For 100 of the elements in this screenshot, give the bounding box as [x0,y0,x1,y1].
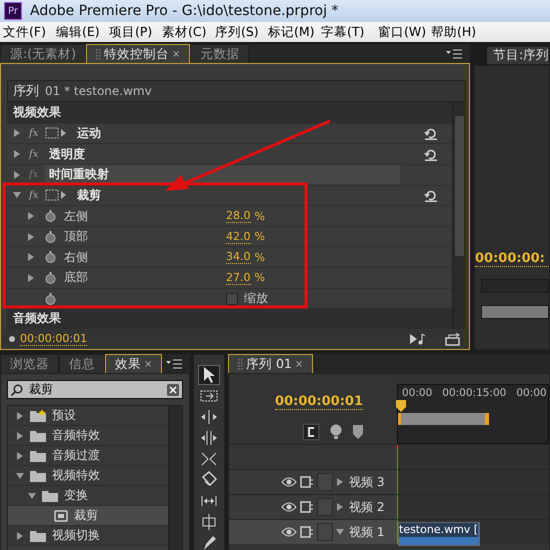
window-title: Adobe Premiere Pro - G:\ido\testone.prproj * [30,3,338,19]
panel-tab[interactable]: 效果 × [105,354,162,373]
stopwatch-icon[interactable] [45,292,56,305]
expand-triangle-icon[interactable] [336,503,344,511]
menu-item[interactable]: 序列(S) [215,24,268,40]
playhead-icon[interactable] [396,400,406,412]
clear-icon[interactable] [167,384,179,396]
menu-item[interactable]: 文件(F) [3,24,56,40]
menu-item[interactable]: 编辑(E) [56,24,109,40]
parameter-label: 底部 [64,269,89,286]
menu-item[interactable]: 标记(M) [268,24,321,40]
expand-triangle-icon[interactable] [27,232,35,241]
timecode: 00:00:00:01 [275,394,363,410]
panel-menu-icon[interactable] [166,358,182,368]
effect-name: 时间重映射 [45,165,400,184]
search-field[interactable]: 裁剪 [7,380,183,399]
stopwatch-icon[interactable] [45,230,56,243]
tool-button[interactable] [198,365,220,385]
timecode: 00:00:00: [475,251,549,267]
eye-icon[interactable] [281,476,297,488]
menu-item[interactable]: 素材(C) [162,24,215,40]
reset-icon[interactable] [424,148,438,161]
folder-icon [42,489,58,502]
razor-tool-icon [200,471,218,489]
menu-item[interactable]: 窗口(W) [378,24,431,40]
effect-tree-item[interactable]: 视频特效 [8,466,168,486]
ruler-label: 00:00 [516,387,547,399]
parameter-label: 右侧 [64,248,89,266]
expand-triangle-icon[interactable] [336,478,344,486]
film-icon[interactable] [300,501,314,513]
track-label: 视频 1 [349,524,384,540]
parameter-value[interactable]: 28.0 [226,209,250,223]
lock-toggle[interactable] [317,498,333,516]
collapse-triangle-icon[interactable] [336,528,344,536]
checkbox[interactable] [226,292,238,305]
audio-play-icon[interactable] [410,333,426,345]
parameter-value[interactable]: 27.0 [226,270,250,285]
fx-toggle[interactable]: fx [29,128,45,139]
expand-triangle-icon[interactable] [27,253,35,262]
export-icon[interactable] [445,332,461,346]
panel-tab[interactable]: 浏览器 [0,354,59,373]
unit-label: % [254,230,265,244]
effect-tree-item[interactable]: 预设 [8,406,168,426]
lock-toggle[interactable] [317,473,333,491]
effect-name: 运动 [76,124,102,142]
expand-triangle-icon[interactable] [13,129,21,138]
stopwatch-icon[interactable] [45,210,56,222]
expand-triangle-icon[interactable] [16,432,24,440]
close-icon[interactable]: × [172,48,180,60]
close-icon[interactable]: × [144,358,152,370]
expand-triangle-icon[interactable] [13,170,21,179]
scrollbar[interactable] [168,406,182,550]
effect-tree-item[interactable]: 音频过渡 [8,446,168,466]
snap-icon[interactable] [303,424,319,440]
effect-tree-item[interactable]: 视频切换 [8,526,168,546]
film-icon[interactable] [300,526,314,538]
collapse-triangle-icon[interactable] [28,492,36,500]
expand-triangle-icon[interactable] [16,452,24,460]
collapse-triangle-icon[interactable] [16,472,24,480]
unit-label: % [254,210,265,222]
effect-row[interactable]: fx 运动 [7,122,452,144]
collapse-triangle-icon[interactable] [13,191,21,200]
expand-triangle-icon[interactable] [16,532,24,540]
reset-icon[interactable] [424,188,438,202]
expand-triangle-icon[interactable] [27,212,35,220]
fx-toggle[interactable]: fx [29,148,45,160]
effect-tree-item[interactable]: 裁剪 [8,506,168,526]
sequence-label: 序列 [13,83,39,100]
close-icon[interactable]: × [294,358,304,370]
expand-triangle-icon[interactable] [13,150,21,158]
panel-tab[interactable]: 序列 01 × [228,354,314,373]
menu-item[interactable]: 字幕(T) [321,24,378,40]
fx-toggle[interactable]: fx [29,190,45,201]
parameter-value[interactable]: 34.0 [226,250,250,264]
scrollbar[interactable] [452,102,466,329]
stopwatch-icon[interactable] [45,251,56,264]
bulb-icon[interactable] [329,424,343,440]
menu-item[interactable]: 项目(P) [109,24,162,40]
expand-triangle-icon[interactable] [27,274,35,282]
parameter-value[interactable]: 42.0 [226,230,250,244]
panel-menu-icon[interactable] [446,48,462,58]
effect-tree-item[interactable]: 音频特效 [8,426,168,446]
reset-icon[interactable] [424,126,438,140]
panel-tab[interactable]: 元数据 [190,44,250,63]
effect-tree-item[interactable]: 变换 [8,486,168,506]
expand-triangle-icon[interactable] [16,412,24,420]
stopwatch-icon[interactable] [45,272,56,284]
eye-icon[interactable] [281,501,297,513]
film-icon[interactable] [300,476,314,488]
panel-tab[interactable]: 特效控制台 × [86,44,190,63]
panel-tab[interactable]: 源:(无素材) [0,44,86,63]
eye-icon[interactable] [281,526,297,538]
clip-label: testone.wmv [ [399,523,478,537]
menu-item[interactable]: 帮助(H) [431,24,484,40]
panel-tab[interactable]: 信息 [59,354,105,373]
marker-icon[interactable] [353,425,363,439]
panel-tab[interactable]: 节目:序列 [486,46,550,65]
dot-icon [9,336,15,342]
effect-row[interactable]: fx 透明度 [7,143,452,164]
lock-toggle[interactable] [317,523,333,541]
